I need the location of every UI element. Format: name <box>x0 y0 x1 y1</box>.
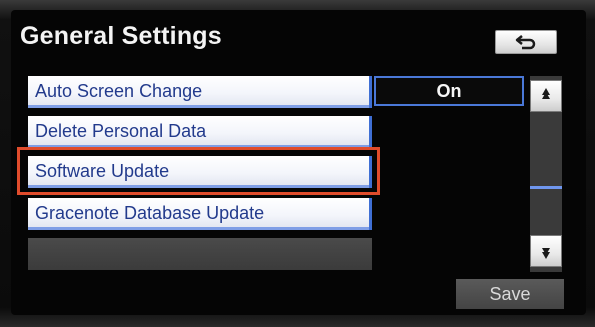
back-button[interactable] <box>495 30 557 54</box>
auto-screen-change-value[interactable]: On <box>374 76 524 106</box>
scroll-down-icon <box>542 248 550 259</box>
list-item-gracenote-database-update[interactable]: Gracenote Database Update <box>28 198 372 230</box>
list-item-auto-screen-change[interactable]: Auto Screen Change <box>28 76 372 108</box>
scroll-up-button[interactable] <box>530 80 562 112</box>
list-item-empty <box>28 238 372 270</box>
list-item-label: Delete Personal Data <box>35 121 207 141</box>
list-item-delete-personal-data[interactable]: Delete Personal Data <box>28 116 372 148</box>
scroll-up-icon <box>542 88 550 99</box>
return-arrow-icon <box>515 35 536 50</box>
scroll-down-button[interactable] <box>530 235 562 267</box>
scroll-position-indicator[interactable] <box>530 186 562 189</box>
list-item-label: Auto Screen Change <box>35 81 203 101</box>
list-item-label: Gracenote Database Update <box>35 203 265 223</box>
page-title: General Settings <box>20 22 222 50</box>
save-button[interactable]: Save <box>456 279 564 309</box>
highlight-outline <box>17 147 380 195</box>
